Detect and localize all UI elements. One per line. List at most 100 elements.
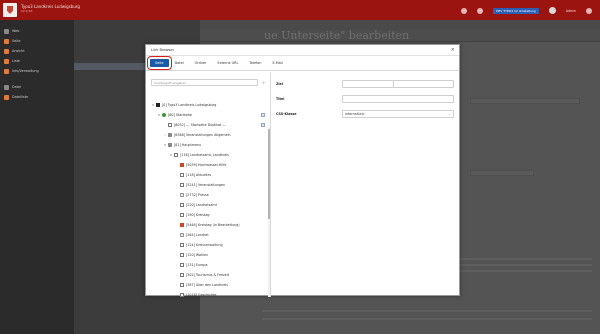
tree-node[interactable]: › [6368] Veranstaltungen Allgemein [146, 130, 268, 140]
environment-badge[interactable]: DEV TYPO3 12 Umstellung [493, 7, 539, 14]
tree-node[interactable]: › [220] Landratsamt [146, 200, 268, 210]
dialog-title: Link Browser [151, 48, 175, 52]
expand-toggle-icon[interactable]: ▾ [163, 143, 167, 147]
pin-icon[interactable]: ⊹ [262, 80, 265, 85]
tree-node[interactable]: › [2732] Presse [146, 190, 268, 200]
page-action-icon[interactable] [261, 113, 265, 117]
tree-node-label[interactable]: [81] Hauptmenu [174, 143, 201, 147]
tree-node[interactable]: › [120] Wahlen [146, 250, 268, 260]
tree-node-label[interactable]: [124] Kreisverwaltung [186, 243, 223, 247]
logo-icon [156, 103, 160, 107]
module-filelist[interactable]: Dateiliste [0, 92, 74, 102]
tree-node[interactable]: › [5241] Veranstaltungen [146, 180, 268, 190]
expand-toggle-icon[interactable]: › [163, 133, 167, 137]
ziel-input[interactable] [342, 79, 454, 88]
bookmark-icon[interactable] [461, 7, 468, 14]
tab-seite[interactable]: Seite [147, 56, 172, 70]
page-tree-pane: Suchbegriff eingeben ⊹ ▾ [0] Typo3 Landkr… [146, 72, 271, 297]
module-page[interactable]: Seite [0, 36, 74, 46]
titel-input[interactable] [342, 94, 454, 103]
module-info[interactable]: Info/Verwaltung [0, 66, 74, 76]
tree-node[interactable]: › [1018] Geschichte [146, 290, 268, 297]
tab-email[interactable]: E-Mail [267, 59, 287, 67]
tree-node[interactable]: › [190] Kreistag [146, 210, 268, 220]
expand-toggle-icon[interactable]: ▾ [157, 113, 161, 117]
tree-node[interactable]: ▾ [81] Hauptmenu [146, 140, 268, 150]
user-name[interactable]: Admin [566, 9, 576, 13]
cache-icon[interactable] [477, 7, 484, 14]
tree-scrollbar[interactable] [268, 127, 270, 297]
grid-icon [180, 233, 184, 237]
expand-toggle-icon[interactable]: › [175, 203, 179, 207]
tree-node-label[interactable]: [264] Landrat [186, 233, 209, 237]
info-icon [4, 68, 9, 74]
tree-node-label[interactable]: [2732] Presse [186, 193, 209, 197]
expand-toggle-icon[interactable]: ▾ [151, 103, 155, 107]
expand-toggle-icon[interactable]: › [175, 183, 179, 187]
expand-toggle-icon[interactable]: › [175, 263, 179, 267]
tree-node-label[interactable]: [80] Startseite [168, 113, 192, 117]
expand-toggle-icon[interactable]: › [175, 193, 179, 197]
bg-text-line [262, 318, 592, 320]
module-list[interactable]: Liste [0, 56, 74, 66]
tree-node-label[interactable]: [387] Über den Landkreis [186, 283, 228, 287]
tab-datei[interactable]: Datei [170, 59, 189, 67]
expand-toggle-icon[interactable]: › [175, 283, 179, 287]
tree-node-label[interactable]: [118] Aktuelles [186, 173, 211, 177]
expand-toggle-icon[interactable]: › [175, 293, 179, 297]
tree-node[interactable]: [5039] Hochwasser-Hilfe [146, 160, 268, 170]
module-file[interactable]: Datei [0, 82, 74, 92]
avatar[interactable] [548, 7, 556, 14]
expand-toggle-icon[interactable]: › [175, 253, 179, 257]
tab-externe-url[interactable]: Externe URL [212, 59, 243, 67]
red-icon [180, 223, 184, 227]
expand-toggle-icon[interactable]: › [175, 173, 179, 177]
expand-toggle-icon[interactable]: › [175, 273, 179, 277]
tree-node-label[interactable]: [5039] Hochwasser-Hilfe [186, 163, 226, 167]
tree-node-label[interactable]: [116] Landratsamt, Landkreis [180, 153, 229, 157]
tree-node[interactable]: [5464] Kreistag (In Bearbeitung) [146, 220, 268, 230]
tree-node-label[interactable]: [1018] Geschichte [186, 293, 216, 297]
tree-node-label[interactable]: [120] Wahlen [186, 253, 208, 257]
page-action-icon[interactable] [261, 123, 265, 127]
tree-node-label[interactable]: [5464] Kreistag (In Bearbeitung) [186, 223, 240, 227]
page-tree: ▾ [0] Typo3 Landkreis Ludwigsburg ▾ [80] St… [146, 100, 268, 297]
tree-node-label[interactable]: [220] Landratsamt [186, 203, 217, 207]
scrollbar-thumb[interactable] [268, 129, 270, 219]
module-view[interactable]: Ansicht [0, 46, 74, 56]
tab-telefon[interactable]: Telefon [244, 59, 266, 67]
tree-node-label[interactable]: [0] Typo3 Landkreis Ludwigsburg [162, 103, 216, 107]
tree-node[interactable]: ▾ [116] Landratsamt, Landkreis [146, 150, 268, 160]
bg-text-line [262, 310, 592, 312]
expand-toggle-icon[interactable]: › [175, 213, 179, 217]
tree-node-label[interactable]: [131] Europa [186, 263, 208, 267]
tree-node-label[interactable]: [6032] --- Startseite Duplikat --- [174, 123, 226, 127]
tree-node[interactable]: ▾ [0] Typo3 Landkreis Ludwigsburg [146, 100, 268, 110]
tree-node[interactable]: › [124] Kreisverwaltung [146, 240, 268, 250]
tree-node[interactable]: › [302] Tourismus & Freizeit [146, 270, 268, 280]
expand-toggle-icon[interactable]: › [175, 243, 179, 247]
module-web[interactable]: Web [0, 26, 74, 36]
tree-node[interactable]: › [131] Europa [146, 260, 268, 270]
tab-ordner[interactable]: Ordner [190, 59, 212, 67]
page-icon [180, 283, 184, 287]
tree-node-label[interactable]: [302] Tourismus & Freizeit [186, 273, 229, 277]
tree-node[interactable]: › [387] Über den Landkreis [146, 280, 268, 290]
typo3-logo-icon[interactable] [3, 3, 17, 17]
tree-node-label[interactable]: [190] Kreistag [186, 213, 209, 217]
tree-node[interactable]: [264] Landrat [146, 230, 268, 240]
tree-node-label[interactable]: [6368] Veranstaltungen Allgemein [174, 133, 231, 137]
tree-node[interactable]: [6032] --- Startseite Duplikat --- [146, 120, 268, 130]
tree-node-label[interactable]: [5241] Veranstaltungen [186, 183, 225, 187]
tree-node[interactable]: › [118] Aktuelles [146, 170, 268, 180]
expand-toggle-icon[interactable]: ▾ [169, 153, 173, 157]
bg-field[interactable] [470, 98, 580, 104]
bg-date-field[interactable] [470, 170, 534, 176]
close-icon[interactable]: × [451, 47, 455, 53]
tree-search-input[interactable]: Suchbegriff eingeben [151, 79, 258, 86]
page-icon [180, 213, 184, 217]
css-class-select[interactable]: internalLink ⌄ [342, 109, 454, 118]
search-icon[interactable] [586, 7, 592, 14]
module-menu: Web Seite Ansicht Liste Info/Verwaltung … [0, 20, 74, 334]
tree-node[interactable]: ▾ [80] Startseite [146, 110, 268, 120]
